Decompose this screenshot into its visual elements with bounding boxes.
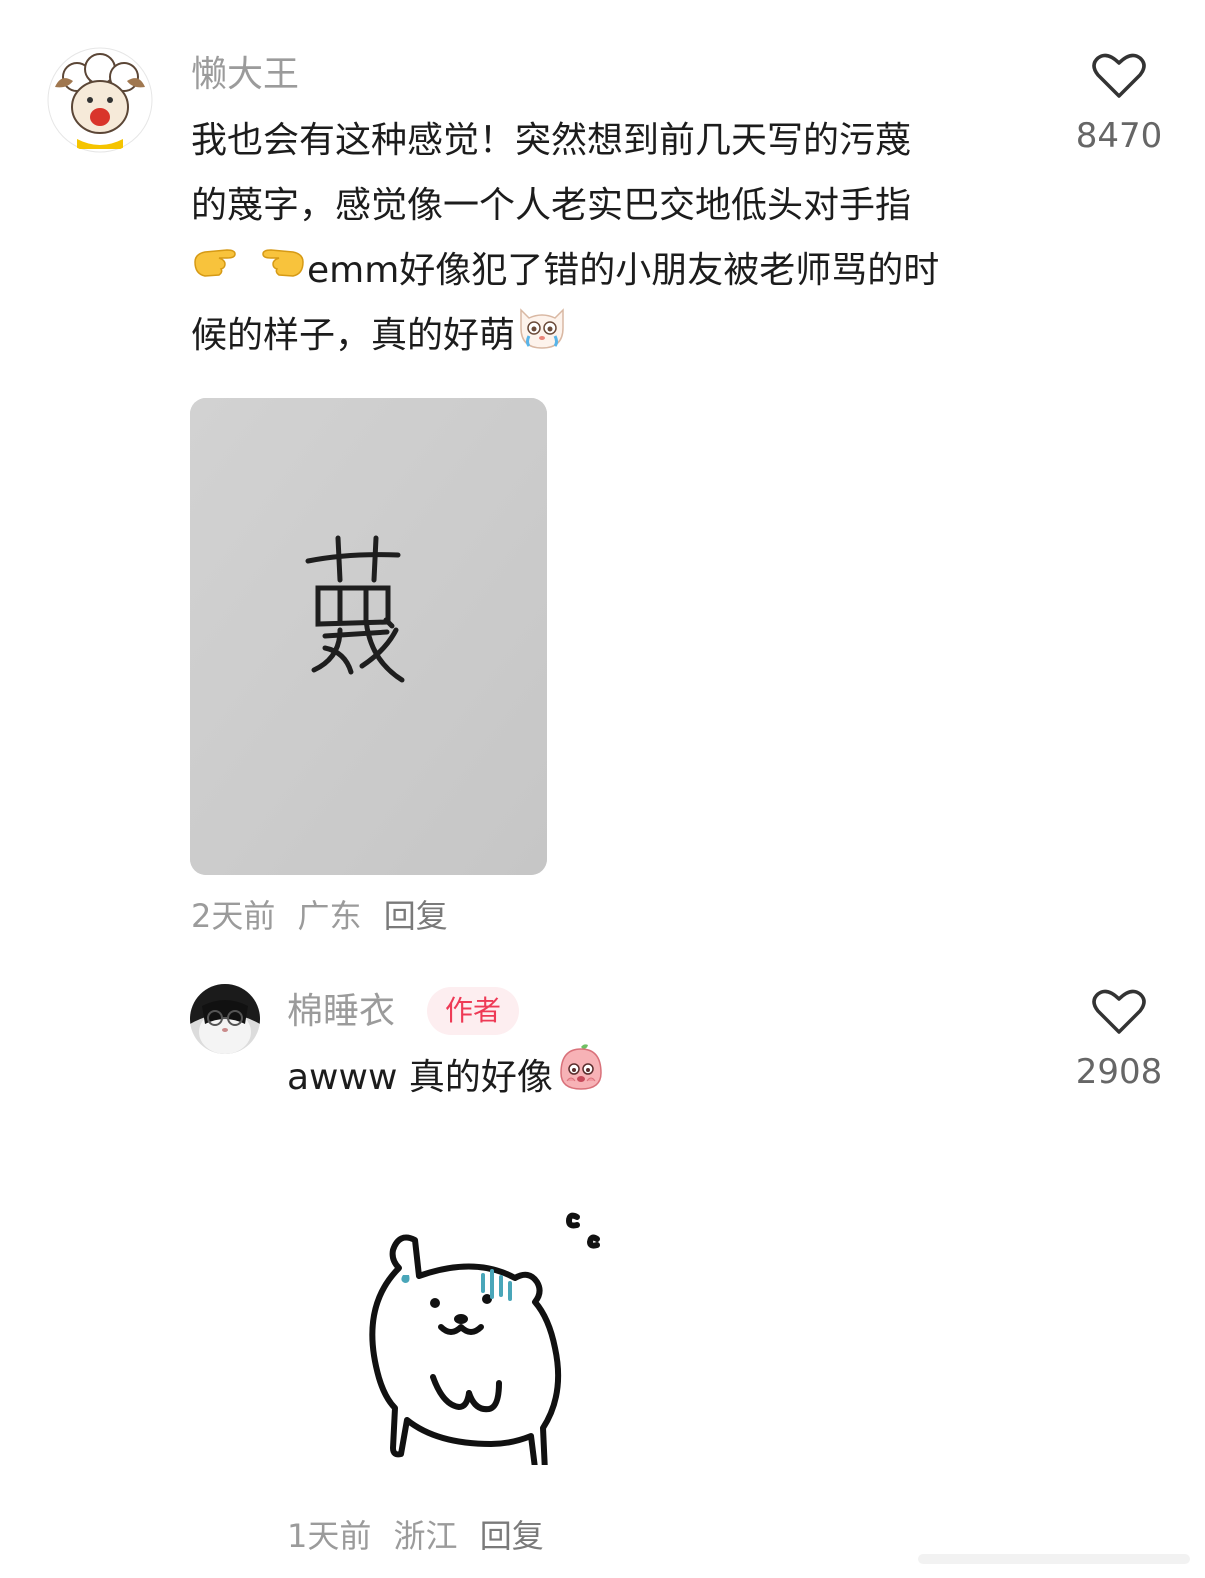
crying-cat-emoji-icon [515, 300, 569, 371]
watermark-strip [918, 1554, 1190, 1564]
comment-time: 1天前 [287, 1517, 372, 1555]
reply-button[interactable]: 回复 [384, 897, 448, 935]
comment-line-with-emoji: emm好像犯了错的小朋友被老师骂的时 [191, 238, 1041, 303]
author-badge: 作者 [427, 987, 520, 1035]
pointing-left-hand-icon [251, 238, 307, 303]
comment-line-with-emoji: awww 真的好像 [287, 1044, 607, 1110]
heart-icon[interactable] [1092, 52, 1146, 100]
comment-line: awww 真的好像 [287, 1057, 553, 1098]
comment-line: emm好像犯了错的小朋友被老师骂的时 [307, 250, 940, 291]
comment-line-with-emoji: 候的样子，真的好萌 [191, 303, 1041, 368]
pointing-right-hand-icon [191, 238, 247, 303]
like-button[interactable]: 2908 [1064, 988, 1174, 1094]
like-count: 2908 [1075, 1052, 1163, 1092]
comment-meta: 1天前 浙江 回复 [287, 1516, 556, 1556]
comment-time: 2天前 [191, 897, 276, 935]
comment-image[interactable]: 蔑 [190, 398, 547, 875]
comment-meta: 2天前 广东 回复 [191, 896, 460, 936]
comment-text: 我也会有这种感觉！突然想到前几天写的污蔑 的蔑字，感觉像一个人老实巴交地低头对手… [191, 108, 1041, 368]
comment-location: 广东 [297, 897, 362, 935]
like-button[interactable]: 8470 [1064, 52, 1174, 158]
sweating-bear-sticker[interactable] [355, 1195, 625, 1477]
comment-line: 的蔑字，感觉像一个人老实巴交地低头对手指 [191, 185, 912, 226]
user-avatar[interactable] [47, 47, 153, 153]
handwritten-character: 蔑 [190, 398, 191, 399]
comment-location: 浙江 [393, 1517, 458, 1555]
comment-line: 我也会有这种感觉！突然想到前几天写的污蔑 [191, 120, 912, 161]
heart-icon[interactable] [1092, 988, 1146, 1036]
reply-button[interactable]: 回复 [480, 1517, 544, 1555]
username[interactable]: 懒大王 [191, 53, 299, 97]
username[interactable]: 棉睡衣 [287, 990, 395, 1034]
blushing-pink-emoji-icon [555, 1041, 607, 1114]
like-count: 8470 [1075, 116, 1163, 156]
comment-text: awww 真的好像 [287, 1044, 607, 1110]
user-avatar[interactable] [190, 984, 260, 1054]
comment-line: 候的样子，真的好萌 [191, 315, 516, 356]
